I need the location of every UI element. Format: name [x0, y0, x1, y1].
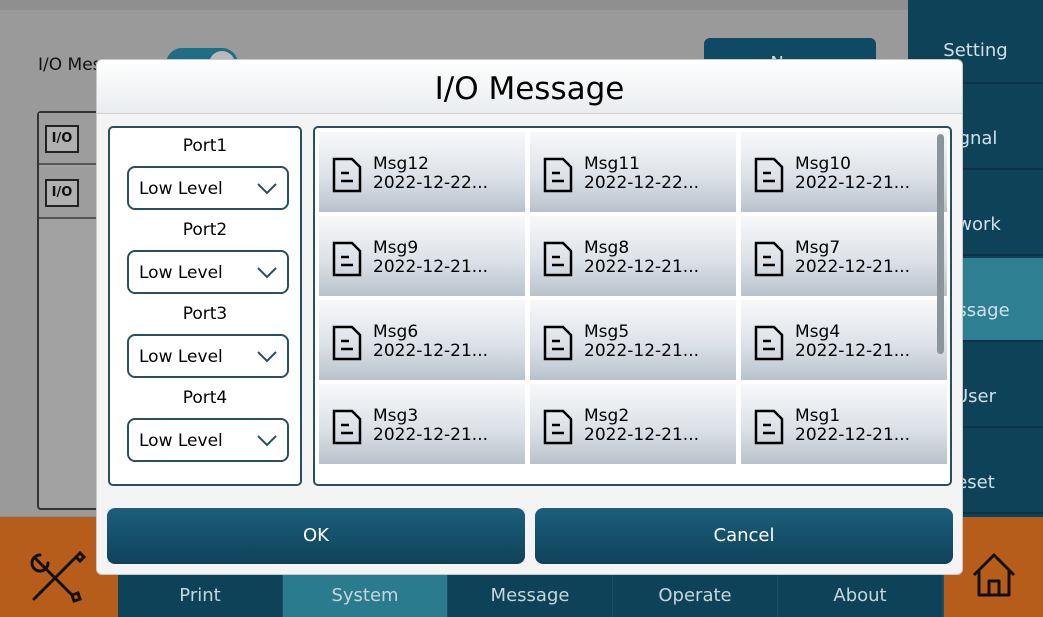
- message-name: Msg12: [373, 154, 429, 174]
- side-item-label: Setting: [943, 40, 1008, 61]
- message-date: 2022-12-21...: [584, 257, 700, 277]
- io-icon: I/O: [45, 179, 79, 207]
- message-name: Msg6: [373, 322, 419, 342]
- message-date: 2022-12-21...: [795, 173, 911, 193]
- file-text-icon: [754, 241, 784, 277]
- message-name: Msg7: [795, 238, 841, 258]
- message-name: Msg10: [795, 154, 851, 174]
- cancel-button[interactable]: Cancel: [535, 508, 953, 564]
- message-item[interactable]: Msg9 2022-12-21...: [319, 216, 525, 296]
- message-date: 2022-12-22...: [373, 173, 489, 193]
- message-name: Msg2: [584, 406, 630, 426]
- select-value: Low Level: [139, 263, 223, 283]
- port-label: Port1: [182, 136, 228, 156]
- message-name: Msg1: [795, 406, 841, 426]
- message-name: Msg9: [373, 238, 419, 258]
- tab-label: About: [833, 585, 887, 606]
- file-text-icon: [332, 157, 362, 193]
- file-text-icon: [332, 241, 362, 277]
- message-item[interactable]: Msg1 2022-12-21...: [741, 384, 947, 464]
- select-value: Low Level: [139, 179, 223, 199]
- message-date: 2022-12-21...: [373, 425, 489, 445]
- message-name: Msg3: [373, 406, 419, 426]
- message-item[interactable]: Msg12 2022-12-22...: [319, 132, 525, 212]
- port-label: Port3: [182, 304, 228, 324]
- file-text-icon: [754, 409, 784, 445]
- chevron-down-icon: [257, 267, 277, 279]
- message-date: 2022-12-21...: [373, 341, 489, 361]
- port4-select[interactable]: Low Level: [127, 418, 289, 462]
- message-item[interactable]: Msg2 2022-12-21...: [530, 384, 736, 464]
- message-item[interactable]: Msg3 2022-12-21...: [319, 384, 525, 464]
- chevron-down-icon: [257, 351, 277, 363]
- message-date: 2022-12-21...: [795, 425, 911, 445]
- message-grid: Msg12 2022-12-22... Msg11 2022-12-22... …: [313, 126, 952, 486]
- port1-select[interactable]: Low Level: [127, 166, 289, 210]
- message-item[interactable]: Msg10 2022-12-21...: [741, 132, 947, 212]
- tab-label: System: [331, 585, 399, 606]
- tab-label: Operate: [658, 585, 732, 606]
- message-item[interactable]: Msg11 2022-12-22...: [530, 132, 736, 212]
- file-text-icon: [754, 157, 784, 193]
- message-date: 2022-12-21...: [795, 341, 911, 361]
- message-name: Msg4: [795, 322, 841, 342]
- file-text-icon: [543, 157, 573, 193]
- port3-select[interactable]: Low Level: [127, 334, 289, 378]
- io-icon: I/O: [45, 125, 79, 153]
- message-date: 2022-12-21...: [584, 425, 700, 445]
- message-date: 2022-12-21...: [584, 341, 700, 361]
- ports-panel: Port1 Low Level Port2 Low Level Port3 Lo…: [108, 126, 302, 486]
- file-text-icon: [332, 409, 362, 445]
- message-name: Msg8: [584, 238, 630, 258]
- message-item[interactable]: Msg8 2022-12-21...: [530, 216, 736, 296]
- message-item[interactable]: Msg7 2022-12-21...: [741, 216, 947, 296]
- ok-button[interactable]: OK: [107, 508, 525, 564]
- chevron-down-icon: [257, 435, 277, 447]
- port-label: Port4: [182, 388, 228, 408]
- message-date: 2022-12-22...: [584, 173, 700, 193]
- select-value: Low Level: [139, 347, 223, 367]
- message-item[interactable]: Msg6 2022-12-21...: [319, 300, 525, 380]
- file-text-icon: [543, 325, 573, 361]
- file-text-icon: [543, 241, 573, 277]
- message-item[interactable]: Msg4 2022-12-21...: [741, 300, 947, 380]
- file-text-icon: [543, 409, 573, 445]
- port2-select[interactable]: Low Level: [127, 250, 289, 294]
- message-date: 2022-12-21...: [795, 257, 911, 277]
- io-message-dialog: I/O Message Port1 Low Level Port2 Low Le…: [96, 59, 963, 575]
- file-text-icon: [754, 325, 784, 361]
- message-name: Msg5: [584, 322, 630, 342]
- tab-label: Print: [179, 585, 221, 606]
- dialog-title: I/O Message: [97, 60, 962, 114]
- chevron-down-icon: [257, 183, 277, 195]
- file-text-icon: [332, 325, 362, 361]
- message-item[interactable]: Msg5 2022-12-21...: [530, 300, 736, 380]
- scrollbar[interactable]: [937, 134, 944, 354]
- message-date: 2022-12-21...: [373, 257, 489, 277]
- port-label: Port2: [182, 220, 228, 240]
- tab-label: Message: [490, 585, 570, 606]
- select-value: Low Level: [139, 431, 223, 451]
- message-name: Msg11: [584, 154, 640, 174]
